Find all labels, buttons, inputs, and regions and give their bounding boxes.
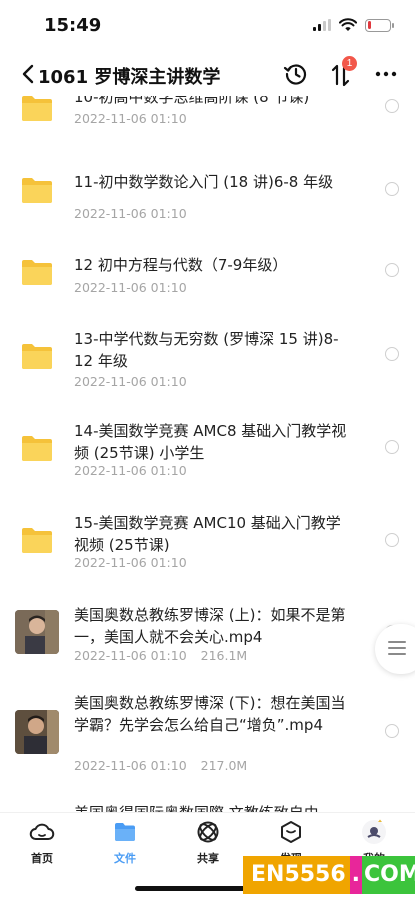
file-name: 10-初高中数学思维高阶课 (8 节课)	[74, 96, 310, 106]
folder-icon	[22, 436, 52, 461]
tab-label: 文件	[114, 852, 136, 865]
file-name: 美国奥数总教练罗博深 (下)：想在美国当学霸？先学会怎么给自己“增负”.mp4	[74, 694, 346, 734]
tab-files[interactable]: 文件	[95, 819, 155, 869]
folder-icon	[22, 96, 52, 121]
status-time: 15:49	[44, 15, 102, 36]
folder-icon	[22, 178, 52, 203]
folder-icon	[22, 260, 52, 285]
file-name: 15-美国数学竞赛 AMC10 基础入门教学视频 (25节课)	[74, 514, 341, 554]
file-name: 美国奥得国际奥数国際 文教练致自由	[74, 802, 349, 812]
file-meta: 2022-11-06 01:10	[74, 280, 187, 295]
tab-share[interactable]: 共享	[178, 819, 238, 869]
sort-badge: 1	[342, 56, 357, 71]
select-checkbox[interactable]	[385, 724, 399, 738]
file-date: 2022-11-06 01:10	[74, 111, 187, 126]
file-name: 11-初中数学数论入门 (18 讲)6-8 年级	[74, 173, 334, 191]
select-checkbox[interactable]	[385, 440, 399, 454]
file-icon	[115, 823, 135, 841]
tab-label: 首页	[31, 852, 53, 865]
file-meta: 2022-11-06 01:10	[74, 463, 187, 478]
folder-icon	[22, 344, 52, 369]
file-size: 216.1M	[200, 648, 248, 663]
status-bar: 15:49	[0, 0, 415, 52]
select-checkbox[interactable]	[385, 99, 399, 113]
video-thumbnail	[15, 610, 59, 654]
file-meta: 2022-11-06 01:10	[74, 206, 187, 221]
status-icons	[313, 18, 394, 32]
tab-home[interactable]: 首页	[12, 819, 72, 869]
file-meta: 2022-11-06 01:10	[74, 555, 187, 570]
tab-label: 共享	[197, 852, 219, 865]
file-meta: 2022-11-06 01:10 216.1M	[74, 648, 247, 663]
cellular-signal-icon	[313, 19, 331, 31]
history-icon[interactable]	[283, 61, 309, 87]
watermark-part: COM	[362, 856, 415, 894]
select-checkbox[interactable]	[385, 347, 399, 361]
file-date: 2022-11-06 01:10	[74, 206, 187, 221]
file-meta: 2022-11-06 01:10 217.0M	[74, 758, 247, 773]
select-checkbox[interactable]	[385, 263, 399, 277]
file-date: 2022-11-06 01:10	[74, 555, 187, 570]
back-chevron-icon[interactable]	[16, 62, 40, 86]
file-list: 10-初高中数学思维高阶课 (8 节课) 2022-11-06 01:10 11…	[0, 96, 415, 812]
file-meta: 2022-11-06 01:10	[74, 374, 187, 389]
wifi-icon	[339, 18, 357, 31]
folder-icon	[22, 528, 52, 553]
file-date: 2022-11-06 01:10	[74, 648, 187, 663]
cloud-icon	[29, 823, 55, 840]
watermark: EN5556 . COM	[243, 856, 415, 894]
select-checkbox[interactable]	[385, 182, 399, 196]
file-date: 2022-11-06 01:10	[74, 280, 187, 295]
battery-icon	[365, 18, 394, 32]
watermark-part: EN5556	[243, 856, 350, 894]
file-date: 2022-11-06 01:10	[74, 758, 187, 773]
video-thumbnail	[15, 710, 59, 754]
avatar-icon	[362, 819, 386, 844]
nav-header: 1061 罗博深主讲数学 1	[0, 52, 415, 96]
file-name: 13-中学代数与无穷数 (罗博深 15 讲)8-12 年级	[74, 330, 339, 370]
page-title: 1061 罗博深主讲数学	[38, 67, 221, 88]
select-checkbox[interactable]	[385, 533, 399, 547]
file-date: 2022-11-06 01:10	[74, 374, 187, 389]
share-icon	[197, 821, 219, 843]
watermark-part: .	[349, 856, 363, 894]
discover-icon	[281, 821, 301, 843]
file-size: 217.0M	[200, 758, 248, 773]
file-date: 2022-11-06 01:10	[74, 463, 187, 478]
more-icon[interactable]	[373, 62, 399, 86]
file-name: 14-美国数学竞赛 AMC8 基础入门教学视频 (25节课) 小学生	[74, 422, 347, 462]
file-meta: 2022-11-06 01:10	[74, 111, 187, 126]
file-name: 美国奥数总教练罗博深 (上)：如果不是第一，美国人就不会关心.mp4	[74, 606, 346, 646]
menu-lines-icon	[388, 641, 406, 659]
file-name: 12 初中方程与代数（7-9年级）	[74, 256, 288, 274]
